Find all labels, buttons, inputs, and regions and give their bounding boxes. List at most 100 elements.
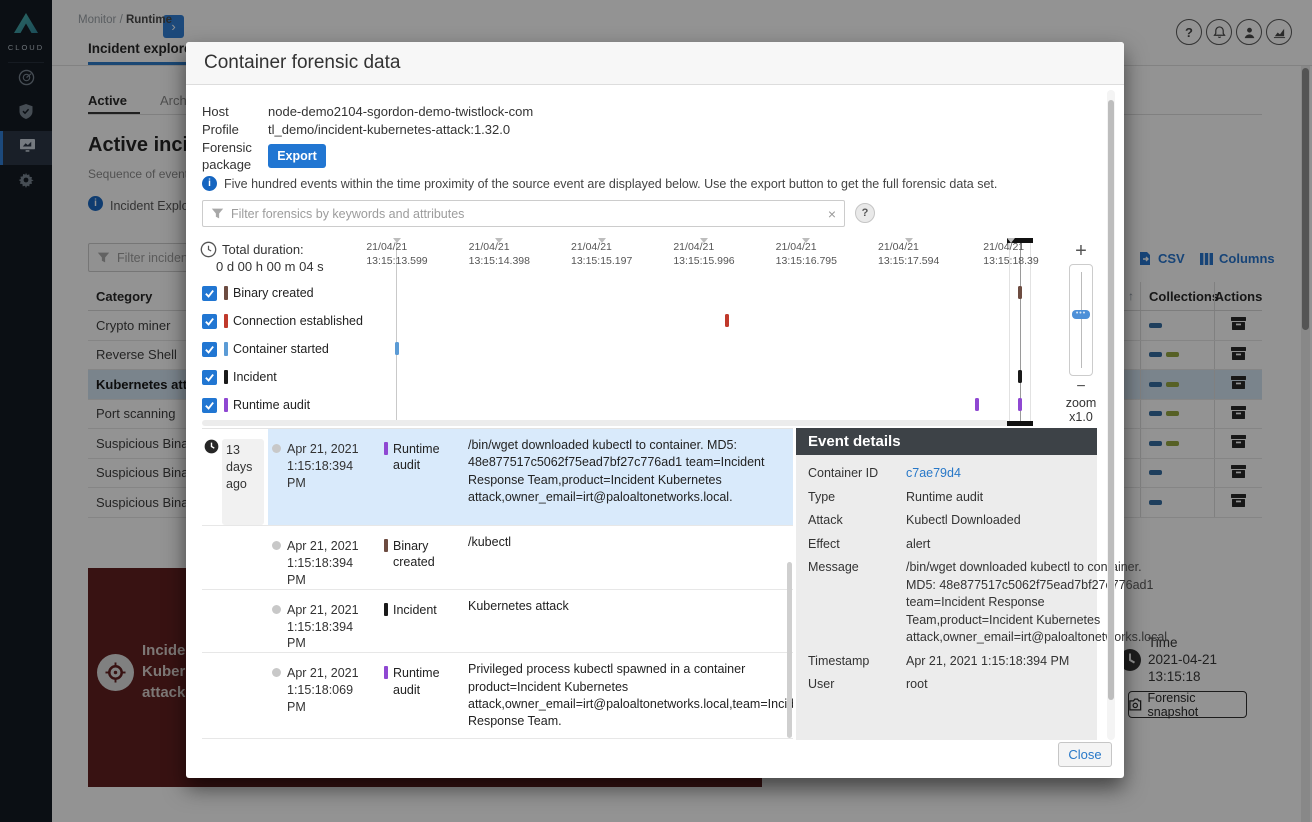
checkbox-checked[interactable] [202,314,217,329]
detail-label: Type [808,489,902,507]
axis-time: 13:15:16.795 [776,255,837,269]
clear-filter-icon[interactable]: × [828,206,836,222]
event-marker-connection-established[interactable] [725,314,729,327]
detail-value: Kubectl Downloaded [906,512,1167,530]
axis-label: 21/04/2113:15:15.996 [673,241,734,268]
axis-label: 21/04/2113:15:13.599 [366,241,427,268]
legend-swatch [224,314,228,328]
close-button[interactable]: Close [1058,742,1112,767]
zoom-out-button[interactable]: − [1052,378,1110,396]
event-datetime: Apr 21, 20211:15:18:394 PM [287,538,374,589]
axis-date: 21/04/21 [878,241,939,255]
export-button[interactable]: Export [268,144,326,168]
app-window: CLOUD › Monitor / Runtime Incident explo… [0,0,1312,822]
zoom-in-button[interactable]: + [1052,240,1110,263]
detail-value: root [906,676,1167,694]
checkbox-checked[interactable] [202,286,217,301]
axis-time: 13:15:14.398 [469,255,530,269]
axis-date: 21/04/21 [366,241,427,255]
brush-marker-runtime-audit [1018,398,1022,411]
event-datetime: Apr 21, 20211:15:18:394 PM [287,602,374,653]
modal-title: Container forensic data [204,52,400,74]
timeline-legend: Binary created Connection established Cont… [202,283,363,423]
event-details-panel: Event details Container IDc7ae79d4TypeRu… [796,428,1097,740]
detail-label: User [808,676,902,694]
event-type-label: Runtime audit [393,441,462,525]
event-dot-icon [272,668,281,677]
event-list-scrollbar[interactable] [787,562,792,738]
detail-value: Apr 21, 2021 1:15:18:394 PM [906,653,1167,671]
checkbox-checked[interactable] [202,370,217,385]
forensics-filter-input[interactable]: Filter forensics by keywords and attribu… [202,200,845,227]
legend-swatch [224,342,228,356]
zoom-slider-handle[interactable]: ••• [1072,310,1090,319]
brush-marker-incident [1018,370,1022,383]
axis-label: 21/04/2113:15:14.398 [469,241,530,268]
event-marker-runtime-audit[interactable] [975,398,979,411]
total-duration-row: Total duration: [200,241,304,258]
timeline-hscrollbar[interactable] [202,420,1008,426]
brush-handle-bottom[interactable] [1007,421,1033,426]
axis-date: 21/04/21 [571,241,632,255]
total-duration-label: Total duration: [222,242,304,257]
event-marker-container-started[interactable] [395,342,399,355]
time-ago-cell [202,653,268,738]
event-message-cell: Privileged process kubectl spawned in a … [468,653,793,738]
event-type-cell: Runtime audit [380,429,468,525]
event-message-cell: /bin/wget downloaded kubectl to containe… [468,429,793,525]
host-value: node-demo2104-sgordon-demo-twistlock-com [268,104,533,119]
event-date: Apr 21, 2021 [287,441,374,458]
forensic-package-label: Forensic package [202,140,260,174]
event-message-cell: /kubectl [468,526,793,589]
time-ago-badge: 13 days ago [222,439,264,525]
legend-label: Binary created [233,286,314,300]
legend-label: Container started [233,342,329,356]
event-dot-icon [272,444,281,453]
event-details-fields: Container IDc7ae79d4TypeRuntime auditAtt… [808,465,1085,694]
checkbox-checked[interactable] [202,398,217,413]
filter-help-button[interactable]: ? [855,203,875,223]
event-type-cell: Connection established [380,739,468,740]
event-row[interactable]: Apr 21, 20211:15:18:394 PM Binary created… [202,526,793,590]
detail-label: Message [808,559,902,647]
legend-label: Connection established [233,314,363,328]
event-type-swatch [384,666,388,679]
event-date: Apr 21, 2021 [287,665,374,682]
forensic-modal: Container forensic data Host node-demo21… [186,42,1124,778]
time-ago-cell: 13 days ago [202,429,268,525]
duration-clock-icon [200,241,217,258]
zoom-label: zoom [1052,396,1110,410]
event-type-swatch [384,442,388,455]
axis-date: 21/04/21 [673,241,734,255]
detail-label: Container ID [808,465,902,483]
event-type-label: Incident [393,602,437,653]
info-icon: i [202,176,217,191]
event-time: 1:15:18:394 PM [287,619,374,653]
event-date: Apr 21, 2021 [287,538,374,555]
total-duration-value: 0 d 00 h 00 m 04 s [216,259,324,274]
time-ago-cell [202,526,268,589]
time-ago-cell [202,590,268,653]
time-ago-cell [202,739,268,740]
event-type-cell: Binary created [380,526,468,589]
event-row[interactable]: Apr 21, 20211:15:16:157 PMConnection est… [202,739,793,740]
modal-header: Container forensic data [186,42,1124,85]
event-message-cell: Kubernetes attack [468,590,793,653]
event-time: 1:15:18:069 PM [287,682,374,716]
profile-label: Profile [202,122,239,137]
event-time: 1:15:18:394 PM [287,458,374,492]
event-row[interactable]: Apr 21, 20211:15:18:394 PM Incident Kubern… [202,590,793,654]
axis-time: 13:15:15.996 [673,255,734,269]
axis-date: 21/04/21 [983,241,1038,255]
event-type-label: Binary created [393,538,462,589]
axis-label: 21/04/2113:15:17.594 [878,241,939,268]
detail-value[interactable]: c7ae79d4 [906,465,1167,483]
forensics-filter-placeholder: Filter forensics by keywords and attribu… [231,207,464,221]
event-details-title: Event details [796,428,1097,455]
modal-scrollbar-handle[interactable] [1108,100,1114,700]
event-row[interactable]: Apr 21, 20211:15:18:069 PMRuntime auditP… [202,653,793,739]
axis-label: 21/04/2113:15:16.795 [776,241,837,268]
event-row[interactable]: 13 days ago Apr 21, 20211:15:18:394 PM Run… [202,429,793,526]
timeline-plot[interactable]: 21/04/2113:15:13.59921/04/2113:15:14.398… [396,238,1010,426]
checkbox-checked[interactable] [202,342,217,357]
